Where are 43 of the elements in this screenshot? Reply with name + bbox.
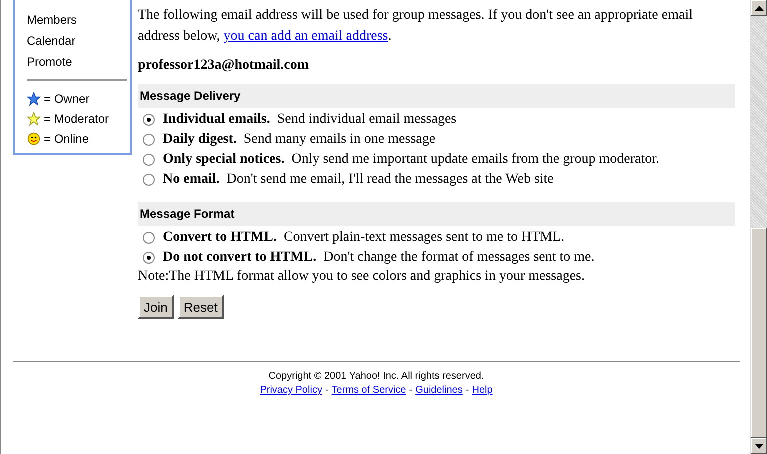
scrollbar[interactable]: [750, 0, 767, 454]
radio-button[interactable]: [143, 154, 155, 166]
option-label: Convert to HTML. Convert plain-text messages sent to me to HTML.: [163, 230, 565, 246]
footer-link[interactable]: Privacy Policy: [260, 384, 322, 398]
sidebar-link[interactable]: Calendar: [27, 31, 130, 52]
radio-button[interactable]: [143, 134, 155, 146]
separator-dash: -: [325, 384, 329, 398]
footer-link[interactable]: Guidelines: [416, 384, 463, 398]
option-label: Daily digest. Send many emails in one message: [163, 132, 436, 148]
separator-dash: -: [409, 384, 413, 398]
footer-link[interactable]: Help: [472, 384, 493, 398]
up-arrow-icon: [754, 6, 764, 10]
intro-text: The following email address will be used for group messages. If you don't see an appropriate email address below, you can add an email address.: [138, 7, 694, 46]
option-label: Only special notices. Only send me important update emails from the group moderator.: [163, 152, 660, 168]
radio-button[interactable]: [143, 232, 155, 244]
scroll-down-button[interactable]: [751, 438, 767, 454]
scroll-up-button[interactable]: [751, 0, 767, 16]
separator-dash: -: [466, 384, 470, 398]
copyright-text: Copyright © 2001 Yahoo! Inc. All rights reserved.: [268, 370, 486, 384]
sidebar-link[interactable]: Promote: [27, 52, 130, 73]
add-email-link[interactable]: you can add an email address: [224, 29, 388, 44]
star-icon: [27, 92, 41, 106]
sidebar-link[interactable]: Members: [27, 10, 130, 31]
form-button[interactable]: Join: [138, 295, 174, 319]
down-arrow-icon: [754, 444, 764, 448]
legend-label: = Moderator: [44, 112, 110, 126]
star-icon: [27, 112, 41, 126]
radio-button[interactable]: [143, 114, 155, 126]
legend-label: = Owner: [44, 92, 90, 106]
note-text: Note:The HTML format allow you to see colors and graphics in your messages.: [138, 268, 586, 286]
legend-label: = Online: [44, 132, 90, 146]
footer-link[interactable]: Terms of Service: [332, 384, 406, 398]
radio-button[interactable]: [143, 174, 155, 186]
option-label: No email. Don't send me email, I'll read the messages at the Web site: [163, 172, 554, 188]
scroll-thumb[interactable]: [751, 228, 767, 438]
option-label: Do not convert to HTML. Don't change the format of messages sent to me.: [163, 250, 595, 266]
section-header: Message Format: [138, 202, 735, 226]
option-label: Individual emails. Send individual email messages: [163, 112, 457, 128]
form-button[interactable]: Reset: [178, 295, 224, 319]
email-address: professor123a@hotmail.com: [138, 57, 310, 75]
smiley-icon: [27, 132, 41, 146]
radio-button[interactable]: [143, 252, 155, 264]
section-header: Message Delivery: [138, 84, 735, 108]
